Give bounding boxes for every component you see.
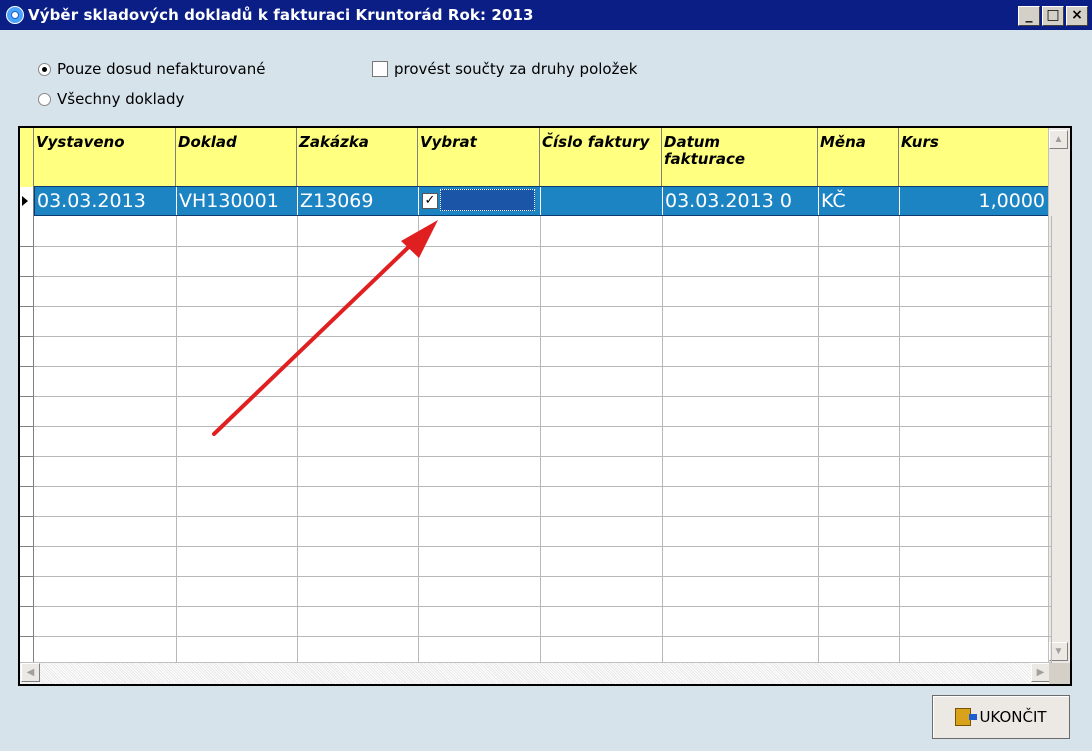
arrow-shaft [212, 236, 420, 436]
annotation-arrow-icon [212, 220, 438, 436]
exit-door-icon [955, 708, 978, 726]
arrow-head [401, 220, 438, 258]
end-button[interactable]: UKONČIT [932, 695, 1070, 739]
end-button-label: UKONČIT [979, 708, 1047, 726]
